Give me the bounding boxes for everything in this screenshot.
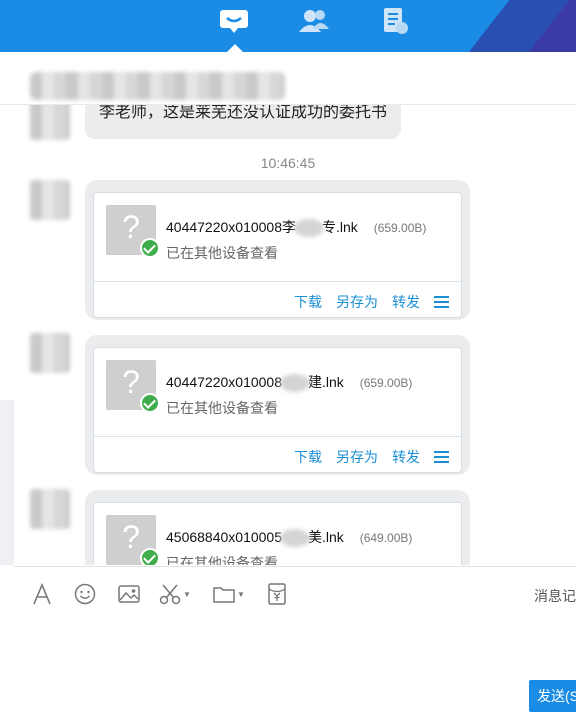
redaction-mask <box>294 219 325 238</box>
message-editor[interactable]: ▼ ▼ 消息记 <box>14 566 576 722</box>
file-unknown-icon: ? <box>106 515 160 565</box>
tab-chat[interactable] <box>216 6 252 36</box>
file-actions: 下载 另存为 转发 <box>294 447 449 467</box>
chat-bubble-icon <box>220 10 248 33</box>
save-as-link[interactable]: 另存为 <box>336 447 378 467</box>
contacts-icon <box>299 10 329 32</box>
avatar[interactable] <box>30 333 70 373</box>
message-history-link[interactable]: 消息记 <box>534 586 576 606</box>
smiley-icon <box>74 583 96 605</box>
scissors-icon <box>159 584 181 605</box>
download-link[interactable]: 下载 <box>294 447 322 467</box>
forward-link[interactable]: 转发 <box>392 447 420 467</box>
file-name[interactable]: 40447220x010008 建.lnk (659.00B) <box>166 372 413 393</box>
file-unknown-icon: ? <box>106 205 160 258</box>
avatar[interactable] <box>30 180 70 220</box>
divider <box>94 281 461 282</box>
file-message-bubble: ? 40447220x010008 建.lnk (659.00B) 已在其他设备查… <box>85 335 470 475</box>
text-message-bubble: 李老师，这是莱芜还没认证成功的委托书 <box>85 105 402 139</box>
file-card[interactable]: ? 40447220x010008 建.lnk (659.00B) 已在其他设备查… <box>93 347 462 473</box>
more-menu-icon[interactable] <box>434 296 449 308</box>
file-message-bubble: ? 45068840x010005 美.lnk (649.00B) 已在其他设备查… <box>85 490 470 565</box>
divider <box>94 436 461 437</box>
file-actions: 下载 另存为 转发 <box>294 292 449 312</box>
avatar[interactable] <box>30 489 70 529</box>
file-status: 已在其他设备查看 <box>166 400 278 416</box>
chevron-down-icon: ▼ <box>183 589 191 599</box>
red-packet-button[interactable] <box>267 581 287 607</box>
redaction-mask <box>280 529 311 548</box>
font-icon <box>33 583 51 605</box>
top-nav-bar <box>0 0 576 52</box>
chat-message-list[interactable]: 李老师，这是莱芜还没认证成功的委托书 10:46:45 ? 40447220x0… <box>0 105 576 565</box>
file-name[interactable]: 40447220x010008李 专.lnk (659.00B) <box>166 217 427 238</box>
tab-documents[interactable] <box>376 6 412 36</box>
file-card[interactable]: ? 40447220x010008李 专.lnk (659.00B) 已在其他设备… <box>93 192 462 318</box>
documents-icon <box>384 8 408 34</box>
file-size: (659.00B) <box>359 376 413 390</box>
forward-link[interactable]: 转发 <box>392 292 420 312</box>
conversation-header <box>0 52 576 105</box>
check-icon <box>140 238 160 258</box>
more-menu-icon[interactable] <box>434 451 449 463</box>
red-packet-icon <box>268 583 286 605</box>
active-tab-indicator <box>227 44 243 52</box>
image-icon <box>118 585 140 603</box>
check-icon <box>140 393 160 413</box>
scroll-edge <box>0 400 14 565</box>
emoji-button[interactable] <box>74 581 96 607</box>
redaction-mask <box>280 374 311 393</box>
screenshot-button[interactable]: ▼ <box>159 581 191 607</box>
folder-button[interactable]: ▼ <box>213 581 245 607</box>
image-button[interactable] <box>118 581 140 607</box>
chevron-down-icon: ▼ <box>237 589 245 599</box>
file-name[interactable]: 45068840x010005 美.lnk (649.00B) <box>166 527 413 548</box>
file-card[interactable]: ? 45068840x010005 美.lnk (649.00B) 已在其他设备查… <box>93 502 462 565</box>
message-timestamp: 10:46:45 <box>260 155 316 171</box>
file-status: 已在其他设备查看 <box>166 555 278 565</box>
contact-name-redacted <box>30 72 285 100</box>
avatar[interactable] <box>30 105 70 140</box>
save-as-link[interactable]: 另存为 <box>336 292 378 312</box>
file-size: (659.00B) <box>373 221 427 235</box>
check-icon <box>140 548 160 565</box>
send-button[interactable]: 发送(S <box>529 680 576 712</box>
file-unknown-icon: ? <box>106 360 160 413</box>
file-size: (649.00B) <box>359 531 413 545</box>
font-button[interactable] <box>32 581 52 607</box>
folder-icon <box>213 587 235 603</box>
download-link[interactable]: 下载 <box>294 292 322 312</box>
message-text: 李老师，这是莱芜还没认证成功的委托书 <box>99 105 388 121</box>
file-status: 已在其他设备查看 <box>166 245 278 261</box>
file-message-bubble: ? 40447220x010008李 专.lnk (659.00B) 已在其他设备… <box>85 180 470 320</box>
tab-contacts[interactable] <box>296 6 332 36</box>
